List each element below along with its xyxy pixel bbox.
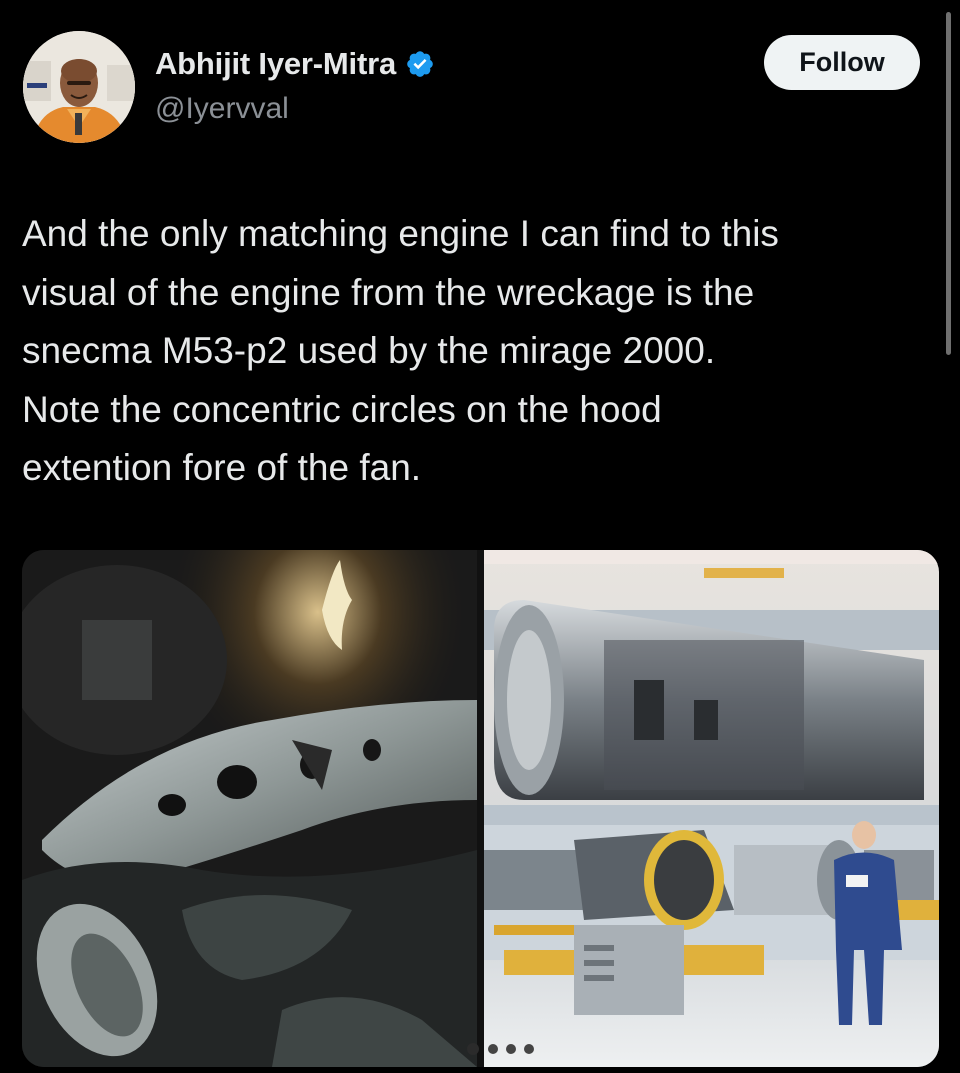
author-avatar[interactable] (23, 31, 135, 143)
scrollbar[interactable] (946, 12, 951, 355)
engine-hangar-photo[interactable] (484, 550, 939, 1067)
author-handle[interactable]: @Iyervval (155, 92, 289, 126)
follow-button[interactable]: Follow (764, 35, 920, 90)
author-name-row[interactable]: Abhijit Iyer-Mitra (155, 44, 435, 84)
verified-badge-icon (405, 49, 435, 79)
tweet-text: And the only matching engine I can find … (22, 213, 779, 488)
media-page-dots (465, 1039, 555, 1064)
avatar-image (23, 31, 135, 143)
tweet-media[interactable] (22, 550, 939, 1067)
engine-wreckage-photo[interactable] (22, 550, 477, 1067)
author-name[interactable]: Abhijit Iyer-Mitra (155, 46, 396, 82)
